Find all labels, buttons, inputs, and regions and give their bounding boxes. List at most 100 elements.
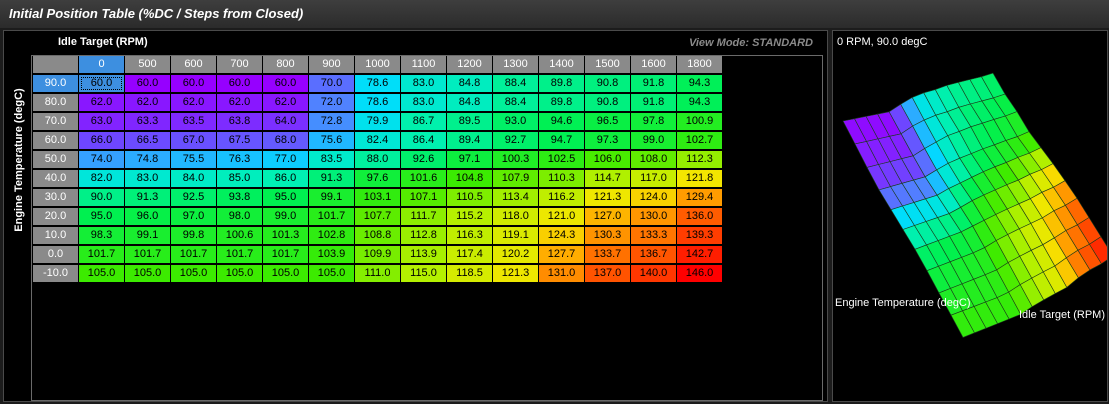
table-cell[interactable]: 89.4 [447,132,492,149]
table-cell[interactable]: 110.5 [447,189,492,206]
table-cell[interactable]: 74.8 [125,151,170,168]
table-cell[interactable]: 68.0 [263,132,308,149]
table-cell[interactable]: 62.0 [263,94,308,111]
row-header[interactable]: 20.0 [33,208,78,225]
table-cell[interactable]: 90.0 [79,189,124,206]
table-cell[interactable]: 95.0 [263,189,308,206]
table-cell[interactable]: 98.3 [79,227,124,244]
table-cell[interactable]: 112.3 [677,151,722,168]
table-cell[interactable]: 101.7 [309,208,354,225]
table-cell[interactable]: 117.0 [631,170,676,187]
table-cell[interactable]: 88.0 [355,151,400,168]
table-cell[interactable]: 120.2 [493,246,538,263]
column-header[interactable]: 700 [217,56,262,73]
table-cell[interactable]: 116.3 [447,227,492,244]
table-cell[interactable]: 62.0 [79,94,124,111]
table-cell[interactable]: 66.0 [79,132,124,149]
table-cell[interactable]: 89.5 [447,113,492,130]
row-header[interactable]: 30.0 [33,189,78,206]
table-cell[interactable]: 85.0 [217,170,262,187]
table-cell[interactable]: 142.7 [677,246,722,263]
table-cell[interactable]: 121.0 [539,208,584,225]
column-header[interactable]: 0 [79,56,124,73]
row-header[interactable]: 70.0 [33,113,78,130]
table-cell[interactable]: 86.0 [263,170,308,187]
table-cell[interactable]: 63.8 [217,113,262,130]
table-cell[interactable]: 79.9 [355,113,400,130]
table-cell[interactable]: 62.0 [125,94,170,111]
column-header[interactable]: 1500 [585,56,630,73]
table-cell[interactable]: 88.4 [493,75,538,92]
table-cell[interactable]: 99.0 [263,208,308,225]
row-header[interactable]: 10.0 [33,227,78,244]
table-cell[interactable]: 146.0 [677,265,722,282]
table-cell[interactable]: 99.1 [125,227,170,244]
table-cell[interactable]: 84.8 [447,94,492,111]
table-cell[interactable]: 130.0 [631,208,676,225]
table-cell[interactable]: 130.3 [585,227,630,244]
table-cell[interactable]: 78.6 [355,94,400,111]
table-cell[interactable]: 136.0 [677,208,722,225]
table-cell[interactable]: 104.8 [447,170,492,187]
table-cell[interactable]: 100.6 [217,227,262,244]
table-cell[interactable]: 105.0 [217,265,262,282]
table-cell[interactable]: 89.8 [539,75,584,92]
table-cell[interactable]: 108.0 [631,151,676,168]
table-cell[interactable]: 83.0 [401,75,446,92]
table-cell[interactable]: 124.3 [539,227,584,244]
table-cell[interactable]: 78.6 [355,75,400,92]
column-header[interactable]: 1800 [677,56,722,73]
table-cell[interactable]: 96.5 [585,113,630,130]
column-header[interactable]: 1300 [493,56,538,73]
table-cell[interactable]: 117.4 [447,246,492,263]
surface-plot-panel[interactable]: Engine Temperature (degC) Idle Target (RP… [832,30,1108,402]
table-cell[interactable]: 131.0 [539,265,584,282]
column-header[interactable]: 800 [263,56,308,73]
table-cell[interactable]: 109.9 [355,246,400,263]
table-cell[interactable]: 115.2 [447,208,492,225]
table-cell[interactable]: 101.7 [217,246,262,263]
table-cell[interactable]: 72.8 [309,113,354,130]
column-header[interactable]: 1000 [355,56,400,73]
table-cell[interactable]: 82.4 [355,132,400,149]
table-cell[interactable]: 139.3 [677,227,722,244]
table-cell[interactable]: 105.0 [79,265,124,282]
table-cell[interactable]: 86.4 [401,132,446,149]
table-cell[interactable]: 99.0 [631,132,676,149]
row-header[interactable]: 0.0 [33,246,78,263]
table-cell[interactable]: 118.5 [447,265,492,282]
table-cell[interactable]: 89.8 [539,94,584,111]
table-cell[interactable]: 136.7 [631,246,676,263]
table-cell[interactable]: 105.0 [171,265,216,282]
table-cell[interactable]: 124.0 [631,189,676,206]
table-cell[interactable]: 60.0 [263,75,308,92]
table-cell[interactable]: 110.3 [539,170,584,187]
table-cell[interactable]: 62.0 [171,94,216,111]
table-cell[interactable]: 60.0 [217,75,262,92]
row-header[interactable]: -10.0 [33,265,78,282]
table-cell[interactable]: 77.0 [263,151,308,168]
table-cell[interactable]: 102.8 [309,227,354,244]
table-cell[interactable]: 121.3 [585,189,630,206]
table-cell[interactable]: 133.7 [585,246,630,263]
table-cell[interactable]: 97.1 [447,151,492,168]
table-cell[interactable]: 103.1 [355,189,400,206]
table-cell[interactable]: 113.4 [493,189,538,206]
row-header[interactable]: 90.0 [33,75,78,92]
table-cell[interactable]: 97.3 [585,132,630,149]
column-header[interactable]: 500 [125,56,170,73]
table-cell[interactable]: 99.8 [171,227,216,244]
table-cell[interactable]: 84.0 [171,170,216,187]
column-header[interactable]: 900 [309,56,354,73]
table-cell[interactable]: 101.6 [401,170,446,187]
table-cell[interactable]: 82.0 [79,170,124,187]
table-cell[interactable]: 102.7 [677,132,722,149]
table-cell[interactable]: 98.0 [217,208,262,225]
table-cell[interactable]: 101.3 [263,227,308,244]
table-cell[interactable]: 121.8 [677,170,722,187]
table-cell[interactable]: 60.0 [79,75,124,92]
table-cell[interactable]: 88.4 [493,94,538,111]
table-cell[interactable]: 95.0 [79,208,124,225]
table-cell[interactable]: 74.0 [79,151,124,168]
table-cell[interactable]: 94.7 [539,132,584,149]
